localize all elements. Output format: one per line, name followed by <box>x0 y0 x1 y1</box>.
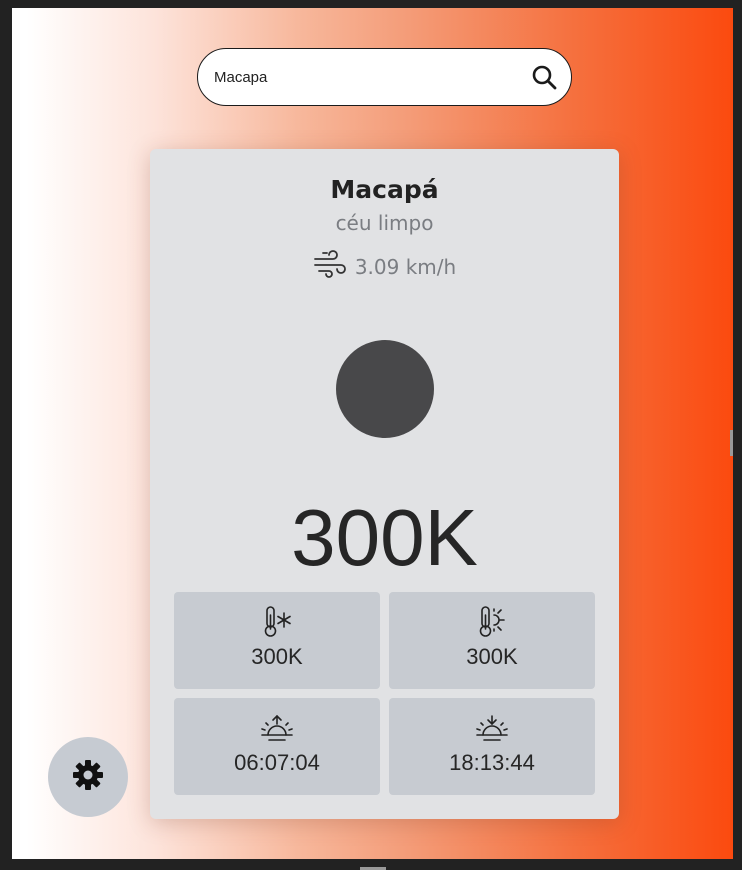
weather-card: Macapá céu limpo 3.09 km/h 300K 300K 300… <box>150 149 619 819</box>
sunrise-tile: 06:07:04 <box>174 698 380 795</box>
temp-min-tile: 300K <box>174 592 380 689</box>
city-name: Macapá <box>330 175 439 204</box>
scrollbar-indicator[interactable] <box>730 430 733 456</box>
weather-description: céu limpo <box>335 211 434 235</box>
current-temperature: 300K <box>291 493 478 582</box>
settings-button[interactable] <box>48 737 128 817</box>
temp-max-value: 300K <box>466 644 518 669</box>
sunset-icon <box>472 710 512 746</box>
wind-info: 3.09 km/h <box>150 249 619 284</box>
gear-icon <box>71 758 105 797</box>
search-bar <box>197 48 572 106</box>
thermometer-cold-icon <box>257 604 297 640</box>
wind-icon <box>313 249 347 284</box>
thermometer-hot-icon <box>472 604 512 640</box>
weather-condition-icon <box>336 340 434 438</box>
app-viewport: Macapá céu limpo 3.09 km/h 300K <box>12 8 733 859</box>
search-icon[interactable] <box>531 64 557 90</box>
search-input[interactable] <box>214 68 531 86</box>
sunset-time: 18:13:44 <box>449 750 535 775</box>
sunrise-time: 06:07:04 <box>234 750 320 775</box>
temp-max-tile: 300K <box>389 592 595 689</box>
sunset-tile: 18:13:44 <box>389 698 595 795</box>
temp-min-value: 300K <box>251 644 303 669</box>
sunrise-icon <box>257 710 297 746</box>
wind-speed: 3.09 km/h <box>354 254 457 279</box>
